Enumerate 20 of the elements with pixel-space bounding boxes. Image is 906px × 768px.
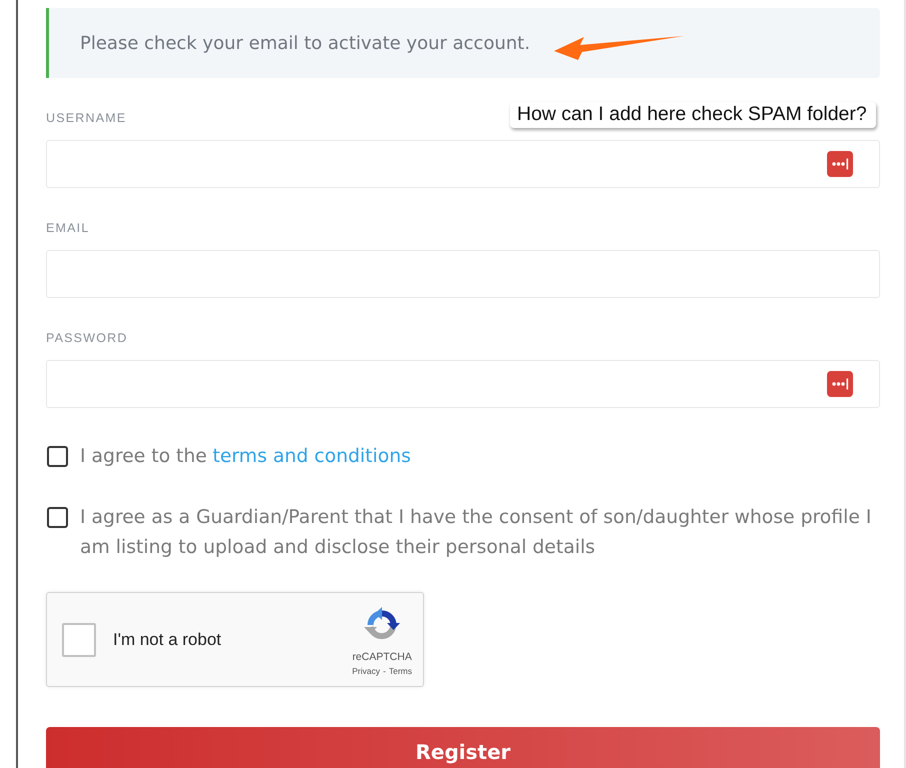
annotation-callout: How can I add here check SPAM folder? xyxy=(510,102,876,128)
field-label: USERNAME xyxy=(46,110,126,127)
input-field[interactable] xyxy=(46,360,880,408)
field-label: PASSWORD xyxy=(46,330,128,347)
captcha-brand: reCAPTCHA xyxy=(352,651,412,663)
captcha-checkbox[interactable] xyxy=(62,622,96,656)
footer-link[interactable]: Privacy xyxy=(352,666,380,676)
footer-link[interactable]: Terms xyxy=(388,666,412,676)
agreement-text: I agree to the terms and conditions xyxy=(80,445,411,469)
agreement-text: I agree as a Guardian/Parent that I have the consent of son/daughter whose profile I am listing to upload and disclose their personal details xyxy=(80,506,872,560)
field-label: EMAIL xyxy=(46,220,90,237)
register-button[interactable]: Register xyxy=(46,727,880,768)
password-dots-icon[interactable] xyxy=(827,371,853,397)
input-field[interactable] xyxy=(46,140,880,188)
checkbox[interactable] xyxy=(47,446,68,467)
checkbox[interactable] xyxy=(47,507,68,528)
captcha-label: I'm not a robot xyxy=(113,630,222,650)
password-dots-icon[interactable] xyxy=(827,151,853,177)
link-separator: - xyxy=(383,666,386,676)
notice-message: Please check your email to activate your account. xyxy=(80,32,530,54)
